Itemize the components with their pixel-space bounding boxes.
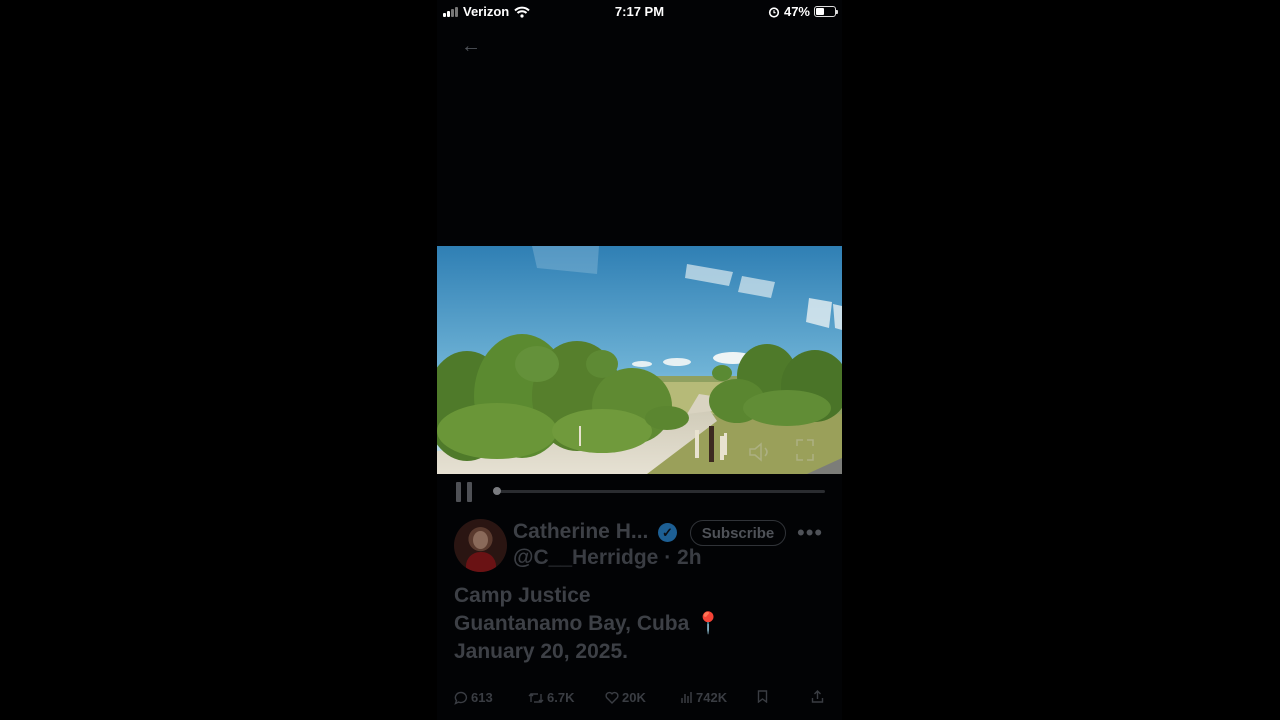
tweet-line-1: Camp Justice <box>454 584 591 607</box>
video-frame-image <box>437 246 842 474</box>
video-player[interactable] <box>437 246 842 474</box>
views-button[interactable]: 742K <box>680 690 727 705</box>
view-count: 742K <box>696 690 728 705</box>
share-button[interactable] <box>811 690 824 703</box>
tweet-line-2: Guantanamo Bay, Cuba 📍 <box>454 610 721 638</box>
like-button[interactable]: 20K <box>605 690 646 705</box>
tweet-line-3: January 20, 2025. <box>454 640 628 663</box>
video-progress-bar[interactable] <box>494 490 825 493</box>
views-chart-icon <box>681 692 692 703</box>
reply-icon <box>454 691 468 705</box>
heart-icon <box>605 691 619 704</box>
tweet-line-2-text: Guantanamo Bay, Cuba <box>454 612 690 635</box>
repost-button[interactable]: 6.7K <box>528 690 574 705</box>
reply-count: 613 <box>471 690 493 705</box>
like-count: 20K <box>622 690 646 705</box>
battery-icon <box>814 6 838 17</box>
location-pin-icon: 📍 <box>695 612 722 635</box>
author-avatar[interactable] <box>454 519 507 572</box>
bookmark-button[interactable] <box>757 690 768 703</box>
author-handle-time[interactable]: @C__Herridge · 2h <box>513 546 702 570</box>
bookmark-icon <box>757 690 768 703</box>
pause-button[interactable] <box>456 482 474 502</box>
back-arrow-icon[interactable]: ← <box>461 35 481 58</box>
status-right: 47% <box>768 4 838 19</box>
battery-percent: 47% <box>783 4 810 19</box>
tweet-actions: 613 6.7K 20K 742K <box>454 690 829 710</box>
phone-screen: Verizon 7:17 PM 47% ← Catherine H... ✓ @… <box>437 0 842 720</box>
repost-count: 6.7K <box>547 690 575 705</box>
status-bar: Verizon 7:17 PM 47% <box>437 0 842 24</box>
share-icon <box>811 690 824 703</box>
reply-button[interactable]: 613 <box>454 690 493 705</box>
video-progress-knob[interactable] <box>493 487 502 495</box>
verified-badge-icon: ✓ <box>658 523 677 542</box>
tweet-text: Camp Justice Guantanamo Bay, Cuba 📍 Janu… <box>454 582 721 666</box>
alarm-icon <box>768 6 780 18</box>
repost-icon <box>528 692 544 703</box>
subscribe-button[interactable]: Subscribe <box>690 520 786 546</box>
author-name[interactable]: Catherine H... <box>513 520 648 544</box>
more-options-icon[interactable]: ••• <box>797 520 823 546</box>
